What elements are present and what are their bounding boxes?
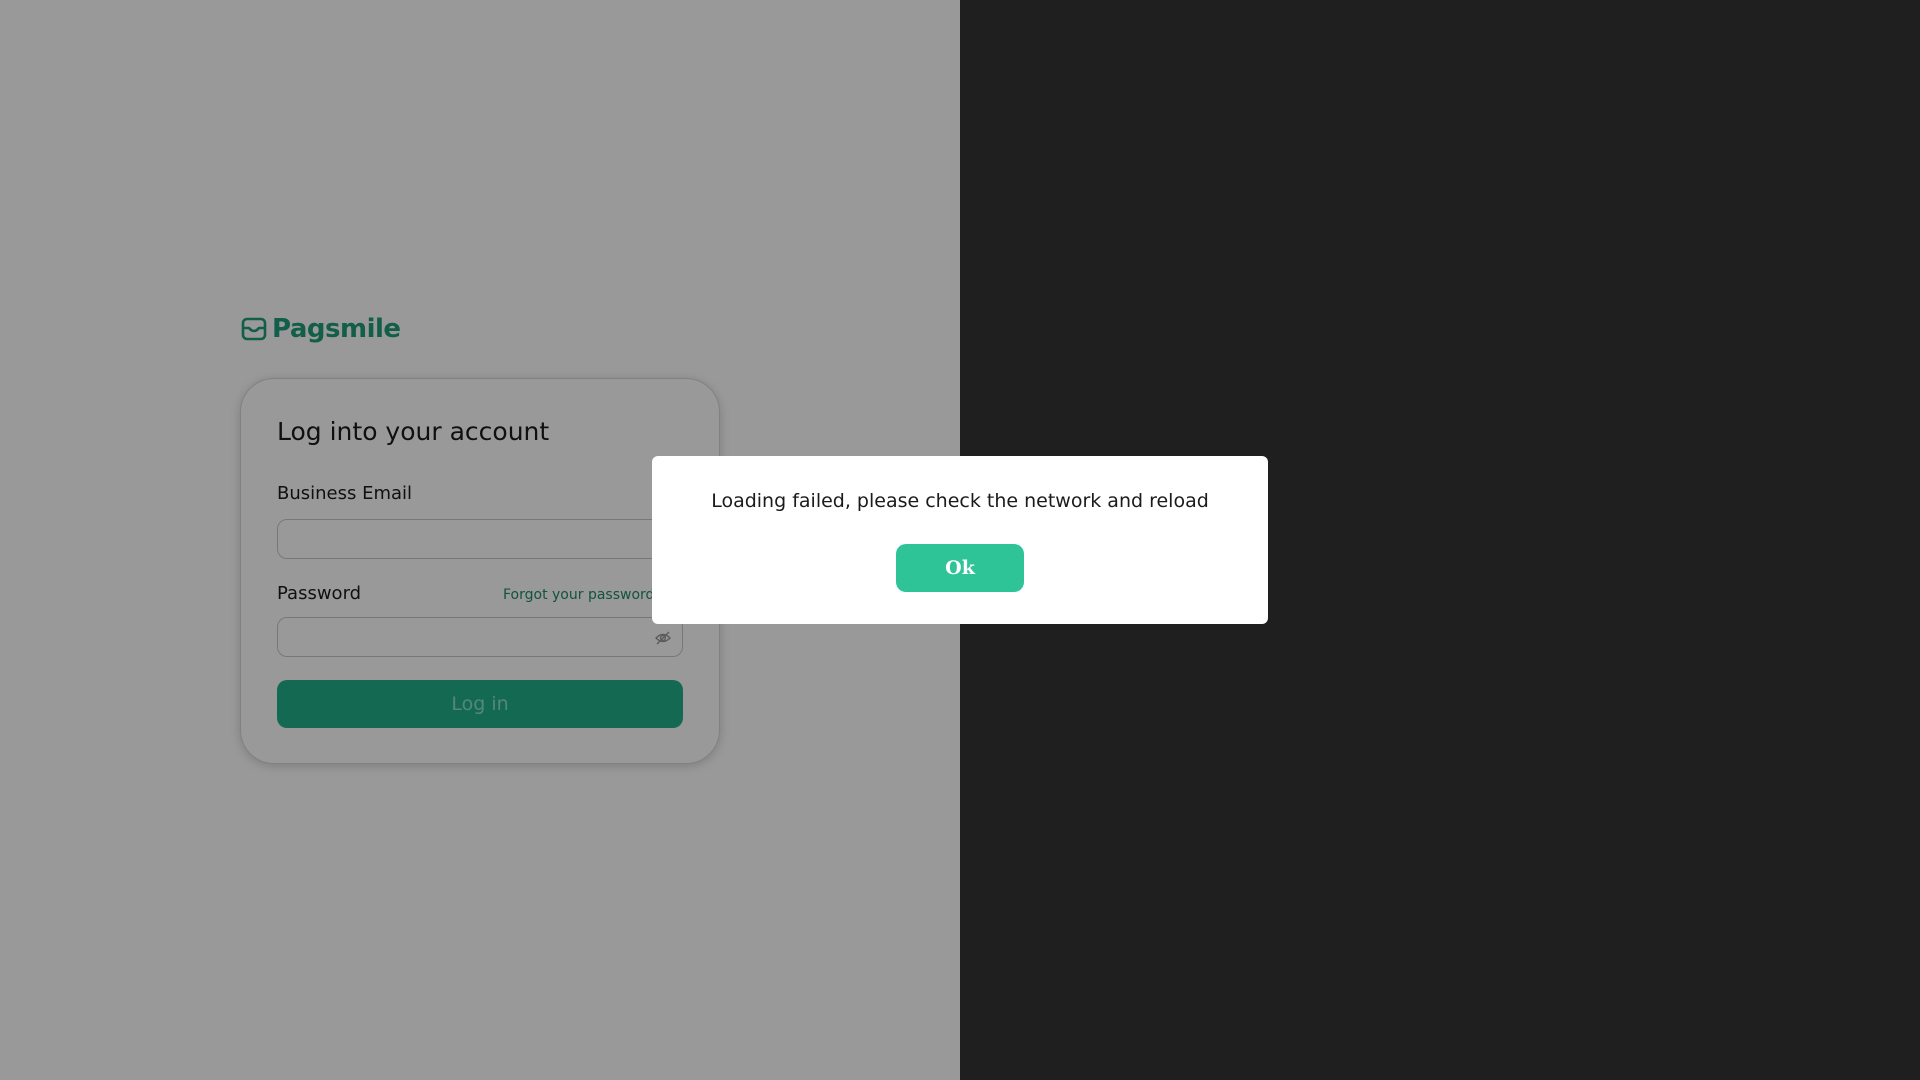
ok-button[interactable]: Ok bbox=[896, 544, 1024, 592]
page: Pagsmile Log into your account Business … bbox=[0, 0, 1920, 1080]
error-dialog: Loading failed, please check the network… bbox=[652, 456, 1268, 624]
error-message: Loading failed, please check the network… bbox=[711, 490, 1209, 512]
